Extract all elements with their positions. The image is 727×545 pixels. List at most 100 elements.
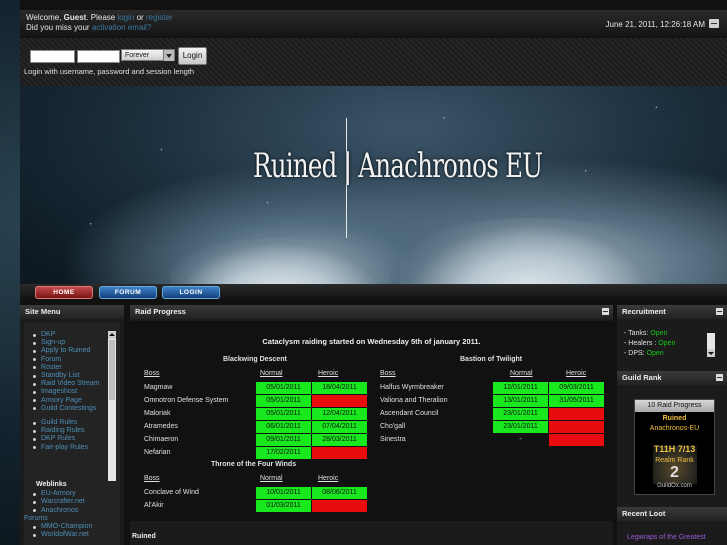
loot-item[interactable]: Legwraps of the Greatest <box>627 534 706 541</box>
recruitment-list: - Tanks: Open - Healers : Open - DPS: Op… <box>624 329 675 359</box>
heroic-kill-date: 09/03/2011 <box>549 382 604 394</box>
boss-name: Chimaeron <box>144 436 179 443</box>
col-normal: Normal <box>260 370 283 377</box>
heroic-kill-date <box>549 421 604 433</box>
menu-item[interactable]: Sign-up <box>32 339 100 347</box>
login-button[interactable]: Login <box>178 47 207 65</box>
col-heroic: Heroic <box>566 370 587 377</box>
widget-guild: Ruined <box>662 415 687 422</box>
menu-scrollbar[interactable] <box>108 331 116 481</box>
please-text: . Please <box>86 13 116 22</box>
weblink-item[interactable]: EU-Armory <box>32 490 92 498</box>
nav-forum[interactable]: FORUM <box>99 286 157 299</box>
recruit-status: Open <box>650 330 668 337</box>
recent-loot-title: Recent Loot <box>622 509 666 518</box>
collapse-icon[interactable] <box>716 374 723 381</box>
raid-headline: Cataclysm raiding started on Wednesday 5… <box>262 337 481 346</box>
bwd-title: Blackwing Descent <box>223 356 287 363</box>
normal-kill-date: 17/02/2011 <box>256 447 311 459</box>
recruit-status: Open <box>658 340 676 347</box>
menu-item[interactable]: Forum <box>32 356 100 364</box>
menu-item[interactable]: Standby List <box>32 372 100 380</box>
boss-name: Atramedes <box>144 423 178 430</box>
session-length-value: Forever <box>125 52 150 59</box>
raid-progress-title: Raid Progress <box>135 307 186 316</box>
boss-row: Valiona and Theralion 13/01/2011 31/05/201… <box>380 395 610 407</box>
weblink-item[interactable]: Anachronos <box>32 507 92 515</box>
scroll-down-icon[interactable] <box>707 349 715 357</box>
boss-row: Cho'gall 23/01/2011 <box>380 421 610 433</box>
heroic-kill-date: 28/03/2011 <box>312 434 367 446</box>
heroic-kill-date <box>312 500 367 512</box>
boss-name: Sinestra <box>380 436 406 443</box>
register-link[interactable]: register <box>146 13 173 22</box>
heroic-kill-date <box>549 434 604 446</box>
boss-row: Chimaeron 09/01/2011 28/03/2011 <box>144 434 374 446</box>
menu-item[interactable]: Roster <box>32 364 100 372</box>
collapse-icon[interactable] <box>602 308 609 315</box>
or-text: or <box>136 13 144 22</box>
normal-kill-date: 09/01/2011 <box>256 434 311 446</box>
boss-row: Halfus Wyrmbreaker 12/01/2011 09/03/2011 <box>380 382 610 394</box>
recruit-role: - Healers : <box>624 340 659 347</box>
main-nav: HOME FORUM LOGIN <box>20 284 727 300</box>
heroic-kill-date: 31/05/2011 <box>549 395 604 407</box>
boss-name: Nefarian <box>144 449 171 456</box>
menu-item[interactable]: DKP <box>32 331 100 339</box>
heroic-kill-date: 08/06/2011 <box>312 487 367 499</box>
site-menu-panel: Site Menu DKP Sign-up Apply to Ruined Fo… <box>20 305 124 545</box>
normal-kill-date: 05/01/2011 <box>256 408 311 420</box>
recruitment-title: Recruitment <box>622 307 666 316</box>
widget-mode: Realm Rank <box>655 457 694 464</box>
recruit-row: - DPS: Open <box>624 349 675 359</box>
footer-guild-name: Ruined <box>132 533 156 540</box>
heroic-kill-date: 18/04/2011 <box>312 382 367 394</box>
menu-item[interactable]: Raid Video Stream <box>32 380 100 388</box>
menu-item[interactable]: Raiding Rules <box>32 427 100 435</box>
menu-item[interactable]: DKP Rules <box>32 435 100 443</box>
site-menu-header: Site Menu <box>20 305 124 319</box>
raid-progress-header: Raid Progress <box>130 305 613 319</box>
boss-name: Conclave of Wind <box>144 489 199 496</box>
menu-item[interactable]: Fair-play Rules <box>32 444 100 452</box>
nav-login[interactable]: LOGIN <box>162 286 220 299</box>
normal-kill-date: 10/01/2011 <box>256 487 311 499</box>
tfw-rows: Conclave of Wind 10/01/2011 08/06/2011 Al'A… <box>144 487 374 517</box>
weblink-item[interactable]: WorldofWar.net <box>32 531 92 539</box>
guild-rank-title: Guild Rank <box>622 373 662 382</box>
menu-item[interactable]: Guild Contestings <box>32 405 100 413</box>
scroll-thumb[interactable] <box>109 340 115 400</box>
weblink-item[interactable]: MMO-Champion <box>32 523 92 531</box>
menu-item[interactable]: Armory Page <box>32 397 100 405</box>
nav-home[interactable]: HOME <box>35 286 93 299</box>
normal-kill-date: 05/01/2011 <box>256 382 311 394</box>
col-boss: Boss <box>144 370 160 377</box>
login-link[interactable]: login <box>117 13 134 22</box>
col-heroic: Heroic <box>318 475 339 482</box>
boss-row: Maloriak 05/01/2011 12/04/2011 <box>144 408 374 420</box>
tfw-title: Throne of the Four Winds <box>211 461 297 468</box>
normal-kill-date: 23/01/2011 <box>493 408 548 420</box>
session-length-select[interactable]: Forever <box>121 49 175 61</box>
guest-name: Guest <box>63 13 87 22</box>
recruit-row: - Tanks: Open <box>624 329 675 339</box>
boss-row: Al'Akir 01/03/2011 <box>144 500 374 512</box>
scroll-up-icon[interactable] <box>108 331 116 339</box>
col-boss: Boss <box>144 475 160 482</box>
collapse-icon[interactable] <box>716 308 723 315</box>
password-input[interactable] <box>77 50 120 63</box>
username-input[interactable] <box>30 50 75 63</box>
weblink-item[interactable]: Warcrafter.net <box>32 498 92 506</box>
weblink-item[interactable]: Forums <box>24 515 92 523</box>
menu-item[interactable]: Imageshost <box>32 388 100 396</box>
col-heroic: Heroic <box>318 370 339 377</box>
recruitment-scrollbar[interactable] <box>707 333 715 357</box>
menu-item[interactable]: Apply to Ruined <box>32 347 100 355</box>
boss-row: Nefarian 17/02/2011 <box>144 447 374 459</box>
guild-rank-widget[interactable]: 10 Raid Progress Ruined Anachronos-EU T1… <box>634 399 715 495</box>
menu-item[interactable]: Guild Rules <box>32 419 100 427</box>
normal-kill-date: 01/03/2011 <box>256 500 311 512</box>
activation-link[interactable]: activation email? <box>92 23 152 32</box>
collapse-icon[interactable] <box>709 19 719 28</box>
bwd-rows: Magmaw 05/01/2011 18/04/2011 Omnotron Defen… <box>144 382 374 462</box>
